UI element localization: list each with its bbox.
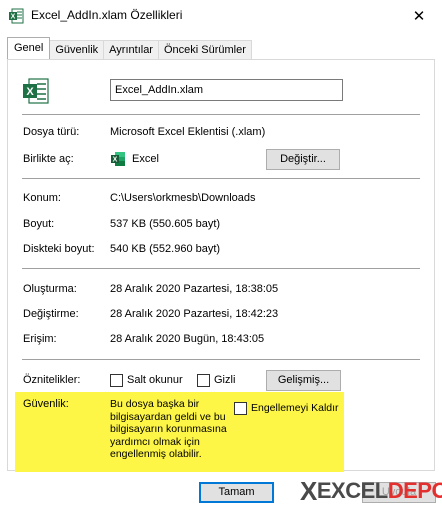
separator xyxy=(22,268,420,269)
readonly-checkbox[interactable] xyxy=(110,374,123,387)
tab-bar: Genel Güvenlik Ayrıntılar Önceki Sürümle… xyxy=(7,37,252,59)
location-label: Konum: xyxy=(23,192,61,204)
exceldepo-watermark: X EXCEL DEPO xyxy=(300,476,442,506)
hidden-label: Gizli xyxy=(214,374,236,386)
size-on-disk-value: 540 KB (552.960 bayt) xyxy=(110,243,221,255)
readonly-label: Salt okunur xyxy=(127,374,183,386)
excel-file-icon: X xyxy=(23,78,49,104)
general-panel: X Dosya türü: Microsoft Excel Eklentisi … xyxy=(7,59,435,472)
excel-app-icon: X xyxy=(111,152,125,166)
modified-label: Değiştirme: xyxy=(23,308,79,320)
file-type-label: Dosya türü: xyxy=(23,126,80,138)
opens-with-label: Birlikte aç: xyxy=(23,153,74,165)
created-label: Oluşturma: xyxy=(23,283,77,295)
hidden-checkbox[interactable] xyxy=(197,374,210,387)
size-on-disk-label: Diskteki boyut: xyxy=(23,243,95,255)
properties-dialog: X Excel_AddIn.xlam Özellikleri ✕ Genel G… xyxy=(0,0,442,511)
file-type-value: Microsoft Excel Eklentisi (.xlam) xyxy=(110,126,266,138)
size-label: Boyut: xyxy=(23,218,55,230)
watermark-x: X xyxy=(300,475,317,506)
attributes-label: Öznitelikler: xyxy=(23,374,81,386)
unblock-checkbox[interactable] xyxy=(234,402,247,415)
tab-security[interactable]: Güvenlik xyxy=(49,40,105,59)
security-label: Güvenlik: xyxy=(23,398,69,410)
opens-with-value: Excel xyxy=(132,153,159,165)
svg-text:X: X xyxy=(113,157,118,164)
svg-text:X: X xyxy=(11,14,16,21)
excel-addin-icon: X xyxy=(9,8,24,24)
ok-button[interactable]: Tamam xyxy=(199,482,274,503)
unblock-label: Engellemeyi Kaldır xyxy=(251,402,339,414)
watermark-brand-depo: DEPO xyxy=(387,478,442,503)
location-value: C:\Users\orkmesb\Downloads xyxy=(110,192,256,204)
close-icon: ✕ xyxy=(412,7,426,25)
accessed-label: Erişim: xyxy=(23,333,57,345)
accessed-value: 28 Aralık 2020 Bugün, 18:43:05 xyxy=(110,333,265,345)
separator xyxy=(22,178,420,179)
watermark-brand-excel: EXCEL xyxy=(316,478,388,503)
separator xyxy=(22,359,420,360)
separator xyxy=(22,114,420,115)
tab-details[interactable]: Ayrıntılar xyxy=(103,40,159,59)
security-message: Bu dosya başka bir bilgisayardan geldi v… xyxy=(110,398,227,460)
advanced-button[interactable]: Gelişmiş... xyxy=(266,370,341,391)
tab-general[interactable]: Genel xyxy=(7,37,51,59)
window-title: Excel_AddIn.xlam Özellikleri xyxy=(31,8,183,22)
file-name-input[interactable] xyxy=(110,79,343,101)
svg-text:X: X xyxy=(26,86,34,98)
title-bar: X Excel_AddIn.xlam Özellikleri ✕ xyxy=(0,0,442,31)
tab-previous-versions[interactable]: Önceki Sürümler xyxy=(157,40,252,59)
modified-value: 28 Aralık 2020 Pazartesi, 18:42:23 xyxy=(110,308,279,320)
created-value: 28 Aralık 2020 Pazartesi, 18:38:05 xyxy=(110,283,279,295)
change-button[interactable]: Değiştir... xyxy=(266,149,340,170)
size-value: 537 KB (550.605 bayt) xyxy=(110,218,221,230)
close-button[interactable]: ✕ xyxy=(396,0,442,31)
